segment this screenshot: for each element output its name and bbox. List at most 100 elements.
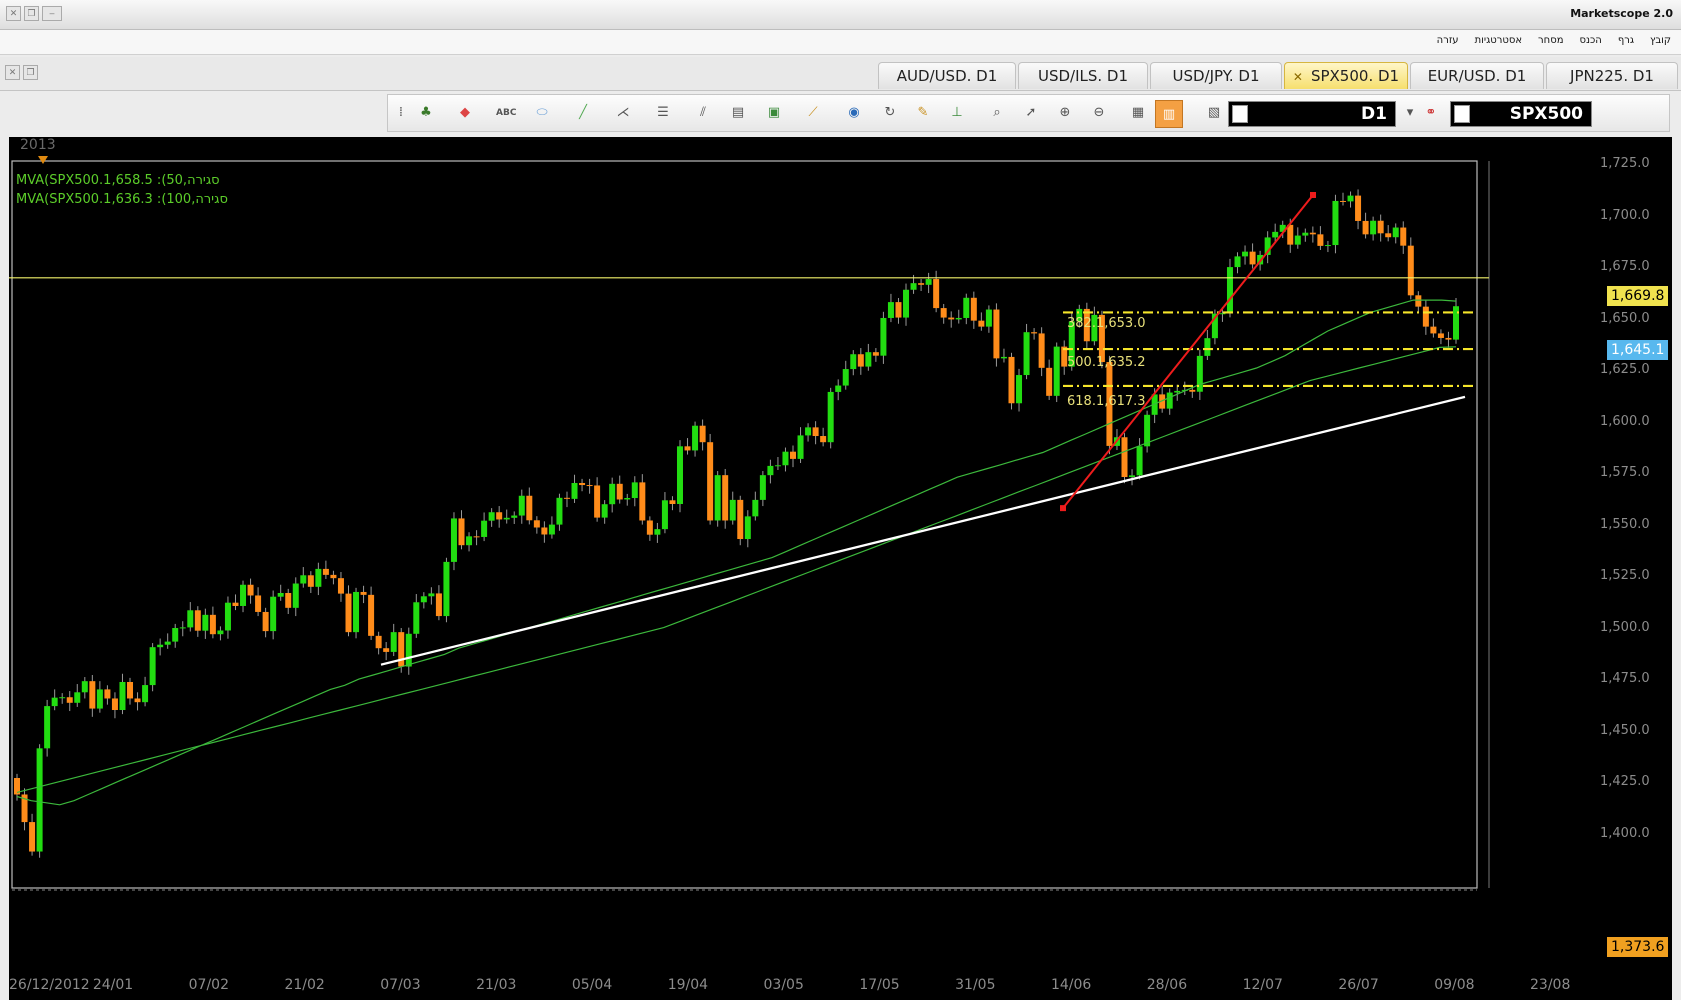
resistance-price-badge: 1,669.8 (1607, 286, 1669, 306)
line-tool-icon[interactable]: ╱ (574, 104, 592, 122)
ma100-line (16, 346, 1457, 793)
channel-tool-icon[interactable]: ⫽ (694, 104, 712, 122)
candle-body (172, 628, 179, 642)
tab-eur-usd[interactable]: EUR/USD. D1 (1410, 62, 1544, 89)
menu-help[interactable]: עזרה (1437, 35, 1459, 46)
minimize-icon[interactable]: ‒ (42, 6, 62, 21)
candle-body (918, 283, 925, 285)
ruler-icon[interactable]: ⟋ (804, 104, 822, 122)
window-tool-icon[interactable]: ▤ (729, 104, 747, 122)
candle-body (1362, 220, 1369, 235)
candle-body (96, 689, 103, 709)
close-tab-icon[interactable]: ✕ (1293, 70, 1303, 84)
candle-body (503, 517, 510, 520)
y-tick-label: 1,500.0 (1600, 619, 1650, 635)
candle-body (81, 681, 88, 693)
candle-body (669, 500, 676, 505)
x-tick-label: 26/12/2012 (9, 977, 90, 993)
candle-body (1407, 245, 1414, 296)
candle-body (277, 592, 284, 597)
close-icon[interactable]: ✕ (6, 6, 21, 21)
image-tool-icon[interactable]: ▣ (765, 104, 783, 122)
candle-body (134, 698, 141, 703)
edit-chart-icon[interactable]: ✎ (914, 104, 932, 122)
globe-icon[interactable]: ◉ (845, 104, 863, 122)
candle-body (1437, 333, 1444, 338)
candle-body (1121, 437, 1128, 478)
candle-body (865, 352, 872, 367)
x-tick-label: 03/05 (763, 977, 804, 993)
candle-body (300, 575, 307, 584)
instrument-value: SPX500 (1509, 104, 1583, 124)
menu-strategies[interactable]: אסטרטגיות (1475, 35, 1522, 46)
tab-usd-ils[interactable]: USD/ILS. D1 (1018, 62, 1148, 89)
instrument-link-icon[interactable]: ⚭ (1422, 104, 1440, 122)
candle-body (1174, 390, 1181, 393)
ma50-legend: MVA(SPX500.1,658.5 :(50,סגירה (16, 173, 220, 188)
bottom-price-badge: 1,373.6 (1607, 937, 1669, 957)
menu-chart[interactable]: גרף (1618, 35, 1634, 46)
candle-body (948, 317, 955, 320)
zoom-out-icon[interactable]: ⊖ (1090, 104, 1108, 122)
candle-body (624, 498, 631, 500)
candle-body (232, 602, 239, 606)
year-label: 2013 (20, 137, 56, 153)
candle-body (556, 497, 563, 525)
chart-type-icon[interactable]: ▥ (1155, 100, 1183, 128)
x-tick-label: 05/04 (571, 977, 613, 993)
x-tick-label: 07/02 (188, 977, 229, 993)
candle-body (1392, 227, 1399, 238)
candle-body (955, 317, 962, 320)
chart-canvas[interactable] (9, 137, 1672, 1000)
ellipse-tool-icon[interactable]: ⬭ (533, 104, 551, 122)
eraser-icon[interactable]: ◆ (456, 104, 474, 122)
restore-icon[interactable]: ❐ (24, 6, 39, 21)
text-tool-icon[interactable]: ABC (496, 104, 516, 122)
candle-body (375, 635, 382, 649)
candle-body (737, 499, 744, 540)
close-icon[interactable]: ✕ (5, 65, 20, 80)
tab-jpn225[interactable]: JPN225. D1 (1546, 62, 1678, 89)
zoom-in-icon[interactable]: ⊕ (1056, 104, 1074, 122)
rotate-icon[interactable]: ↻ (881, 104, 899, 122)
candle-body (1046, 367, 1053, 396)
candle-body (1294, 235, 1301, 245)
candle-body (285, 592, 292, 608)
indicator-icon[interactable]: ⊥ (948, 104, 966, 122)
candle-body (684, 446, 691, 451)
candle-body (59, 697, 66, 699)
timeframe-selector[interactable] (1232, 105, 1248, 123)
template-icon[interactable]: ▧ (1205, 104, 1223, 122)
candle-body (458, 518, 465, 546)
tab-spx500[interactable]: ✕ SPX500. D1 (1284, 62, 1408, 89)
instrument-field[interactable]: SPX500 (1450, 101, 1592, 127)
candle-body (66, 697, 73, 703)
x-tick-label: 17/05 (859, 977, 900, 993)
candle-body (164, 641, 171, 645)
instrument-selector[interactable] (1454, 105, 1470, 123)
candle-body (345, 593, 352, 633)
restore-icon[interactable]: ❐ (23, 65, 38, 80)
candle-body (1129, 475, 1136, 478)
hierarchy-icon[interactable]: ♣ (417, 104, 435, 122)
fibonacci-tool-icon[interactable]: ☰ (654, 104, 672, 122)
data-window-icon[interactable]: ▦ (1129, 104, 1147, 122)
candle-body (993, 309, 1000, 359)
candle-body (202, 614, 209, 631)
menu-file[interactable]: קובץ (1650, 35, 1671, 46)
candle-body (910, 283, 917, 290)
timeframe-field[interactable]: D1 (1228, 101, 1396, 127)
price-chart[interactable]: MVA(SPX500.1,658.5 :(50,סגירה MVA(SPX500… (9, 137, 1672, 1000)
fan-tool-icon[interactable]: ⋌ (614, 104, 632, 122)
tab-aud-usd[interactable]: AUD/USD. D1 (878, 62, 1016, 89)
tab-usd-jpy[interactable]: USD/JPY. D1 (1150, 62, 1282, 89)
tab-label: JPN225. D1 (1570, 67, 1654, 85)
cursor-icon[interactable]: ➚ (1022, 104, 1040, 122)
candle-body (805, 427, 812, 436)
candle-body (368, 594, 375, 636)
menu-trading[interactable]: מסחר (1538, 35, 1563, 46)
chevron-down-icon[interactable]: ▾ (1401, 104, 1419, 122)
menu-insert[interactable]: הכנס (1580, 35, 1602, 46)
tab-label: USD/JPY. D1 (1172, 67, 1260, 85)
zoom-icon[interactable]: ⌕ (988, 104, 1006, 122)
